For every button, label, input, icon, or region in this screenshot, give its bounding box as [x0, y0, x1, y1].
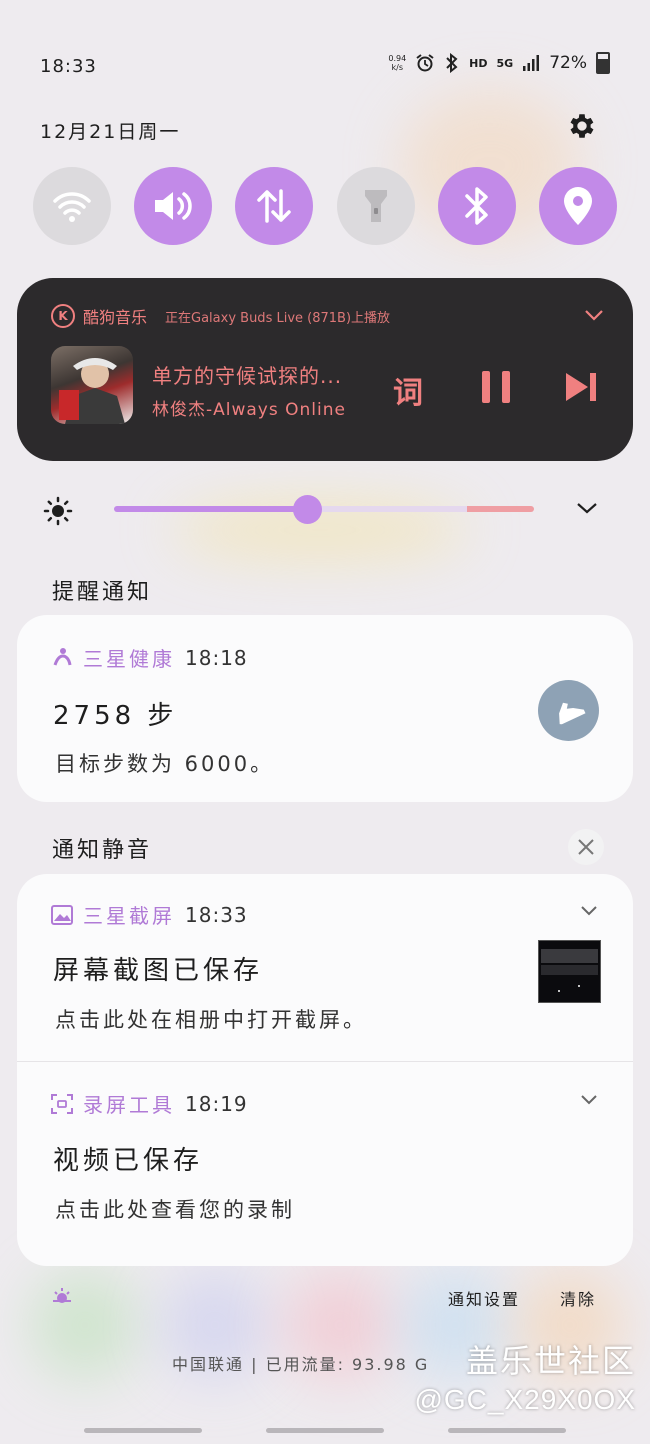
status-bar: 18:33 0.94 k/s HD 5G 72% [0, 0, 650, 110]
app-name: 三星截屏 [83, 904, 175, 928]
status-time: 18:33 [40, 56, 97, 77]
date-label: 12月21日周一 [40, 121, 181, 143]
screen-record-icon [51, 1093, 73, 1114]
notification-header: 三星健康 18:18 [51, 643, 248, 672]
song-title: 单方的守候试探的... [152, 364, 343, 388]
bluetooth-status-icon [446, 53, 458, 73]
silent-notifications-card: 三星截屏 18:33 屏幕截图已保存 点击此处在相册中打开截屏。 录屏工具 18… [17, 874, 633, 1266]
brightness-sun-icon [43, 496, 73, 526]
alerts-section-title: 提醒通知 [52, 580, 153, 605]
weather-icon [53, 1288, 71, 1303]
notification-time: 18:33 [185, 902, 248, 927]
nav-handle-right[interactable] [448, 1428, 566, 1433]
notification-body: 点击此处在相册中打开截屏。 [55, 1008, 367, 1032]
app-name: 录屏工具 [83, 1093, 175, 1117]
next-track-icon[interactable] [564, 371, 598, 403]
lyrics-button[interactable]: 词 [393, 368, 423, 412]
alarm-icon [416, 54, 434, 72]
steps-action-button[interactable] [538, 680, 599, 741]
screenshot-thumbnail[interactable] [538, 940, 601, 1003]
clear-all-button[interactable]: 清除 [560, 1286, 596, 1310]
signal-icon [523, 55, 540, 71]
pause-icon [482, 371, 490, 403]
notification-title: 屏幕截图已保存 [53, 956, 264, 986]
pause-button[interactable] [482, 371, 510, 403]
bluetooth-toggle[interactable] [437, 167, 516, 245]
data-transfer-icon [257, 189, 292, 223]
shoe-icon [558, 702, 585, 724]
watermark-user: @GC_X29X0OX [414, 1384, 636, 1415]
notification-time: 18:19 [185, 1091, 248, 1116]
notification-settings-button[interactable]: 通知设置 [448, 1286, 520, 1310]
brightness-slider-thumb[interactable] [293, 495, 323, 524]
kugou-logo-icon: K [51, 304, 75, 328]
close-icon [578, 839, 594, 855]
notification-time: 18:18 [185, 645, 248, 670]
notification-body: 目标步数为 6000。 [55, 752, 275, 776]
media-header: K 酷狗音乐 正在Galaxy Buds Live (871B)上播放 [51, 304, 390, 328]
carrier-data-usage: 中国联通 | 已用流量: 93.98 G [172, 1355, 430, 1374]
song-artist: 林俊杰-Always Online [152, 400, 346, 420]
sound-toggle[interactable] [134, 167, 213, 245]
media-player-card[interactable]: K 酷狗音乐 正在Galaxy Buds Live (871B)上播放 单方的守… [17, 278, 633, 461]
battery-icon [596, 52, 610, 74]
status-icons: 0.94 k/s HD 5G 72% [388, 52, 610, 74]
network-speed: 0.94 k/s [388, 54, 407, 72]
chevron-down-icon[interactable] [579, 1093, 599, 1107]
notification-header: 三星截屏 18:33 [51, 900, 248, 929]
wifi-icon [53, 192, 91, 222]
app-name: 三星健康 [83, 647, 175, 671]
gallery-image-icon [51, 904, 73, 925]
panel-footer: 通知设置 清除 [0, 1284, 650, 1314]
notification-body: 点击此处查看您的录制 [55, 1198, 295, 1222]
album-art [51, 346, 133, 424]
silent-section-title: 通知静音 [52, 838, 153, 863]
wifi-toggle[interactable] [33, 167, 111, 245]
location-pin-icon [563, 187, 592, 225]
volume-icon [155, 192, 192, 220]
battery-percent: 72% [549, 53, 587, 73]
notification-title: 2758 步 [53, 701, 178, 731]
media-output-device: 正在Galaxy Buds Live (871B)上播放 [165, 310, 391, 326]
settings-gear-icon[interactable] [566, 110, 598, 142]
notification-title: 视频已保存 [53, 1146, 204, 1176]
notification-header: 录屏工具 18:19 [51, 1089, 248, 1118]
brightness-control [0, 480, 650, 540]
health-notification[interactable]: 三星健康 18:18 2758 步 目标步数为 6000。 [17, 615, 633, 802]
flashlight-toggle[interactable] [336, 167, 415, 245]
media-app-name: 酷狗音乐 [83, 308, 148, 327]
bluetooth-icon [465, 187, 488, 225]
network-type: 5G [496, 56, 514, 70]
mobile-data-toggle[interactable] [235, 167, 314, 245]
hd-badge: HD [469, 56, 488, 70]
quick-settings [33, 167, 617, 245]
nav-handle-left[interactable] [84, 1428, 202, 1433]
clear-silent-button[interactable] [568, 829, 604, 865]
location-toggle[interactable] [538, 167, 617, 245]
samsung-health-icon [53, 647, 72, 666]
chevron-down-icon[interactable] [579, 904, 599, 918]
nav-handle-center[interactable] [266, 1428, 384, 1433]
chevron-down-icon[interactable] [583, 308, 605, 322]
divider [17, 1061, 633, 1062]
brightness-slider-track[interactable] [114, 506, 534, 512]
chevron-down-icon[interactable] [575, 500, 599, 516]
flashlight-icon [364, 190, 387, 222]
watermark-community: 盖乐世社区 [465, 1343, 636, 1379]
